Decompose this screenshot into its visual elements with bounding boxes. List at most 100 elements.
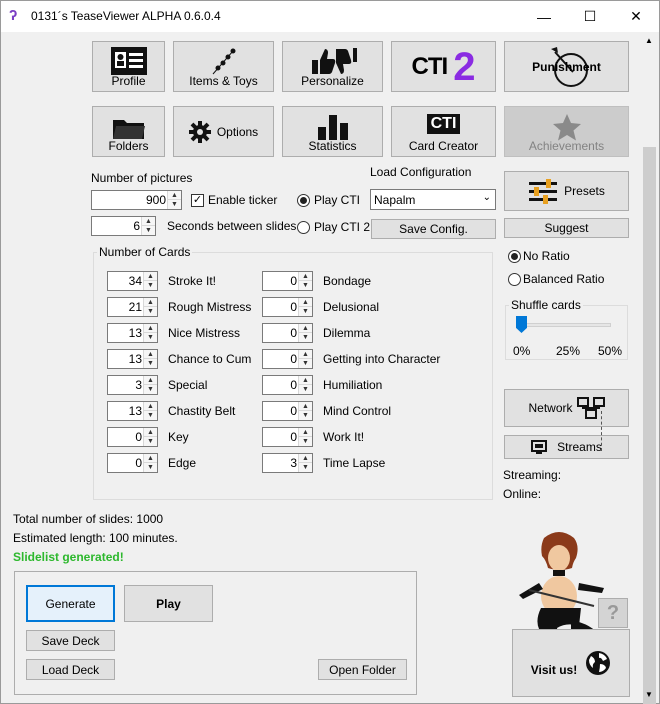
card-count-input[interactable]: 3 ▲ ▼	[107, 375, 158, 395]
streams-icon	[531, 440, 548, 454]
card-type-label: Work It!	[323, 430, 365, 444]
spinner-arrows[interactable]: ▲ ▼	[298, 428, 312, 446]
card-count-input[interactable]: 0 ▲ ▼	[107, 453, 158, 473]
spinner-arrows[interactable]: ▲ ▼	[167, 191, 181, 209]
gear-icon	[188, 120, 211, 143]
spinner-arrows[interactable]: ▲ ▼	[143, 272, 157, 290]
visit-us-label: Visit us!	[530, 663, 578, 677]
card-count-input[interactable]: 21 ▲ ▼	[107, 297, 158, 317]
spinner-arrows[interactable]: ▲ ▼	[143, 324, 157, 342]
close-button[interactable]: ✕	[613, 1, 659, 32]
card-type-label: Chastity Belt	[168, 404, 236, 418]
app-window: ʔ 0131´s TeaseViewer ALPHA 0.6.0.4 — ☐ ✕…	[0, 0, 660, 704]
achievements-button[interactable]: Achievements	[504, 106, 629, 157]
card-count-input[interactable]: 0 ▲ ▼	[262, 349, 313, 369]
spinner-arrows[interactable]: ▲ ▼	[298, 324, 312, 342]
card-count-input[interactable]: 0 ▲ ▼	[262, 401, 313, 421]
network-button[interactable]: Network	[504, 389, 629, 427]
visit-us-button[interactable]: Visit us!	[512, 629, 630, 697]
open-folder-button[interactable]: Open Folder	[318, 659, 407, 680]
load-config-value: Napalm	[374, 193, 416, 207]
card-type-label: Rough Mistress	[168, 300, 252, 314]
card-count-value: 3	[135, 378, 142, 392]
card-count-value: 13	[128, 326, 142, 340]
shuffle-tick-0: 0%	[513, 344, 531, 358]
load-config-select[interactable]: Napalm ⌄	[370, 189, 496, 210]
spinner-arrows[interactable]: ▲ ▼	[298, 298, 312, 316]
save-config-button[interactable]: Save Config.	[371, 219, 496, 239]
shuffle-title: Shuffle cards	[509, 298, 583, 312]
card-count-input[interactable]: 0 ▲ ▼	[262, 323, 313, 343]
spinner-arrows[interactable]: ▲ ▼	[143, 454, 157, 472]
minimize-button[interactable]: —	[521, 1, 567, 32]
help-button[interactable]: ?	[598, 598, 628, 628]
options-button[interactable]: Options	[173, 106, 274, 157]
card-type-label: Special	[168, 378, 208, 392]
card-count-input[interactable]: 3 ▲ ▼	[262, 453, 313, 473]
total-slides-text: Total number of slides: 1000	[13, 512, 164, 526]
card-type-label: Chance to Cum	[168, 352, 252, 366]
punishment-button[interactable]: Punishment	[504, 41, 629, 92]
card-count-input[interactable]: 0 ▲ ▼	[107, 427, 158, 447]
balanced-ratio-radio[interactable]	[508, 273, 521, 286]
card-count-input[interactable]: 0 ▲ ▼	[262, 427, 313, 447]
scrollbar-thumb[interactable]	[643, 147, 656, 704]
seconds-label: Seconds between slides	[167, 219, 297, 233]
load-deck-button[interactable]: Load Deck	[26, 659, 115, 680]
maximize-button[interactable]: ☐	[567, 1, 613, 32]
window-title: 0131´s TeaseViewer ALPHA 0.6.0.4	[31, 9, 221, 23]
card-count-input[interactable]: 13 ▲ ▼	[107, 349, 158, 369]
presets-label: Presets	[564, 184, 605, 198]
spinner-arrows[interactable]: ▲ ▼	[143, 350, 157, 368]
play-button[interactable]: Play	[124, 585, 213, 622]
play-cti-radio[interactable]	[297, 194, 310, 207]
spinner-arrows[interactable]: ▲ ▼	[298, 272, 312, 290]
play-cti2-radio[interactable]	[297, 221, 310, 234]
scroll-down-icon[interactable]: ▼	[645, 690, 653, 699]
num-pictures-input[interactable]: 900 ▲ ▼	[91, 190, 182, 210]
card-creator-button[interactable]: CTI Card Creator	[391, 106, 496, 157]
spinner-arrows[interactable]: ▲ ▼	[141, 217, 155, 235]
cti-text: CTI	[411, 52, 449, 80]
profile-button[interactable]: Profile	[92, 41, 165, 92]
options-label: Options	[216, 124, 259, 139]
save-deck-button[interactable]: Save Deck	[26, 630, 115, 651]
spinner-arrows[interactable]: ▲ ▼	[298, 402, 312, 420]
spinner-arrows[interactable]: ▲ ▼	[143, 428, 157, 446]
seconds-value: 6	[133, 219, 140, 233]
seconds-input[interactable]: 6 ▲ ▼	[91, 216, 156, 236]
card-creator-icon: CTI	[392, 112, 495, 136]
vertical-scrollbar[interactable]: ▲ ▼	[641, 32, 658, 704]
network-connector	[601, 411, 602, 451]
spinner-arrows[interactable]: ▲ ▼	[143, 298, 157, 316]
spinner-arrows[interactable]: ▲ ▼	[298, 454, 312, 472]
items-toys-button[interactable]: Items & Toys	[173, 41, 274, 92]
card-count-input[interactable]: 13 ▲ ▼	[107, 401, 158, 421]
card-count-input[interactable]: 0 ▲ ▼	[262, 375, 313, 395]
spinner-arrows[interactable]: ▲ ▼	[298, 350, 312, 368]
statistics-button[interactable]: Statistics	[282, 106, 383, 157]
card-count-input[interactable]: 0 ▲ ▼	[262, 297, 313, 317]
number-of-cards-title: Number of Cards	[97, 245, 193, 259]
personalize-button[interactable]: Personalize	[282, 41, 383, 92]
card-count-input[interactable]: 13 ▲ ▼	[107, 323, 158, 343]
shuffle-tick-50: 50%	[598, 344, 623, 358]
generate-button[interactable]: Generate	[26, 585, 115, 622]
card-type-label: Stroke It!	[168, 274, 217, 288]
scroll-up-icon[interactable]: ▲	[645, 36, 653, 45]
spinner-arrows[interactable]: ▲ ▼	[143, 402, 157, 420]
card-count-input[interactable]: 34 ▲ ▼	[107, 271, 158, 291]
enable-ticker-checkbox[interactable]: ✓	[191, 194, 204, 207]
card-count-input[interactable]: 0 ▲ ▼	[262, 271, 313, 291]
suggest-button[interactable]: Suggest	[504, 218, 629, 238]
spinner-arrows[interactable]: ▲ ▼	[143, 376, 157, 394]
no-ratio-radio[interactable]	[508, 250, 521, 263]
cti2-button[interactable]: CTI 2	[391, 41, 496, 92]
folders-button[interactable]: Folders	[92, 106, 165, 157]
spinner-arrows[interactable]: ▲ ▼	[298, 376, 312, 394]
streams-button[interactable]: Streams	[504, 435, 629, 459]
presets-button[interactable]: Presets	[504, 171, 629, 211]
status-text: Slidelist generated!	[13, 550, 124, 564]
card-type-label: Time Lapse	[323, 456, 386, 470]
card-type-label: Nice Mistress	[168, 326, 241, 340]
